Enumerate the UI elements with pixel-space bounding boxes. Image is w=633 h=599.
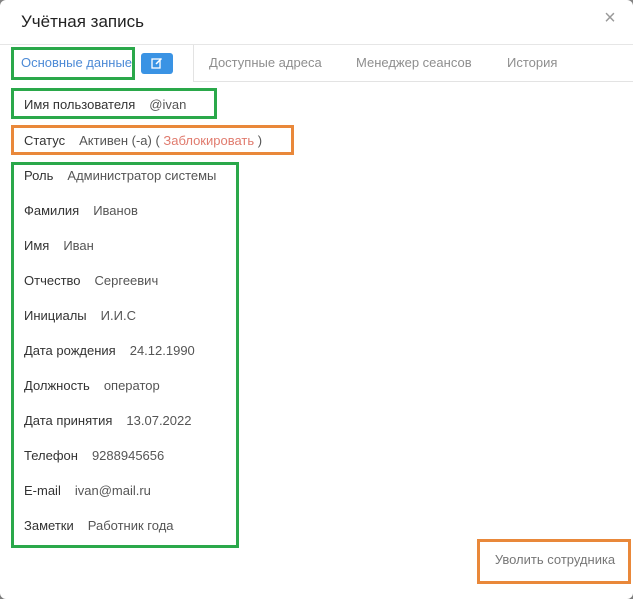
- edit-icon: [151, 57, 163, 69]
- field-row-role: Роль Администратор системы: [24, 168, 216, 183]
- field-label: Фамилия: [24, 203, 80, 218]
- field-row-hire-date: Дата принятия 13.07.2022: [24, 413, 191, 428]
- field-value: 9288945656: [91, 448, 165, 463]
- field-row-notes: Заметки Работник года: [24, 518, 174, 533]
- edit-button[interactable]: [141, 53, 173, 74]
- field-label: Отчество: [24, 273, 81, 288]
- modal-title: Учётная запись: [21, 12, 144, 31]
- close-icon[interactable]: ×: [600, 8, 620, 28]
- tab-addresses[interactable]: Доступные адреса: [209, 55, 322, 70]
- block-user-link[interactable]: Заблокировать: [163, 133, 254, 148]
- status-close-paren: ): [257, 133, 263, 148]
- account-modal: Учётная запись × Основные данные Доступн…: [0, 0, 633, 599]
- field-value: Работник года: [87, 518, 174, 533]
- field-value: оператор: [103, 378, 160, 393]
- field-label: Роль: [24, 168, 54, 183]
- field-row-patronymic: Отчество Сергеевич: [24, 273, 158, 288]
- tab-bar: Основные данные Доступные адреса Менедже…: [0, 44, 633, 82]
- username-row: Имя пользователя @ivan: [24, 97, 186, 112]
- field-row-position: Должность оператор: [24, 378, 160, 393]
- field-row-email: E-mail ivan@mail.ru: [24, 483, 151, 498]
- status-row: Статус Активен (-а) ( Заблокировать ): [24, 133, 262, 148]
- field-value: Администратор системы: [67, 168, 217, 183]
- field-row-last-name: Фамилия Иванов: [24, 203, 138, 218]
- username-label: Имя пользователя: [24, 97, 136, 112]
- field-value: Иван: [63, 238, 94, 253]
- field-value: И.И.С: [100, 308, 136, 323]
- field-value: 13.07.2022: [126, 413, 192, 428]
- field-label: Дата принятия: [24, 413, 113, 428]
- field-row-birth-date: Дата рождения 24.12.1990: [24, 343, 195, 358]
- field-value: Сергеевич: [94, 273, 159, 288]
- status-label: Статус: [24, 133, 66, 148]
- field-label: E-mail: [24, 483, 61, 498]
- field-label: Телефон: [24, 448, 78, 463]
- fire-employee-button[interactable]: Уволить сотрудника: [480, 542, 630, 580]
- field-row-phone: Телефон 9288945656: [24, 448, 164, 463]
- tab-session-manager[interactable]: Менеджер сеансов: [356, 55, 472, 70]
- field-row-initials: Инициалы И.И.С: [24, 308, 136, 323]
- field-value: 24.12.1990: [129, 343, 195, 358]
- tab-history[interactable]: История: [507, 55, 557, 70]
- username-value: @ivan: [149, 97, 187, 112]
- tab-main-data[interactable]: Основные данные: [21, 55, 132, 70]
- field-value: ivan@mail.ru: [74, 483, 151, 498]
- field-label: Заметки: [24, 518, 74, 533]
- field-row-first-name: Имя Иван: [24, 238, 94, 253]
- field-label: Дата рождения: [24, 343, 116, 358]
- status-value: Активен (-а) (: [79, 133, 160, 148]
- field-label: Инициалы: [24, 308, 87, 323]
- field-label: Должность: [24, 378, 90, 393]
- field-label: Имя: [24, 238, 50, 253]
- field-value: Иванов: [93, 203, 138, 218]
